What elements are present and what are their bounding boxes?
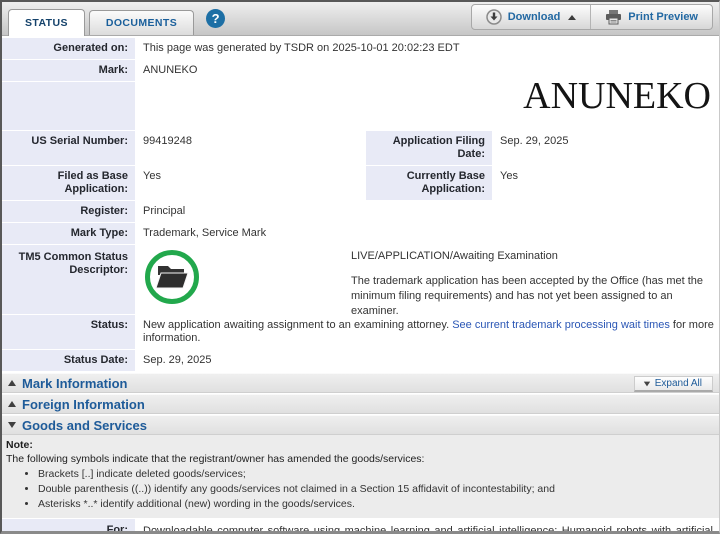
section-title: Mark Information	[22, 375, 128, 391]
tm5-status-line: LIVE/APPLICATION/Awaiting Examination	[351, 250, 558, 262]
note-bullet: Brackets [..] indicate deleted goods/ser…	[38, 468, 713, 480]
goods-services-note: Note: The following symbols indicate tha…	[2, 435, 719, 518]
processing-wait-times-link[interactable]: See current trademark processing wait ti…	[452, 319, 670, 331]
print-preview-button[interactable]: Print Preview	[590, 5, 712, 29]
printer-icon	[605, 9, 622, 25]
tm5-status-badge	[145, 250, 199, 304]
row-register: Register: Principal	[2, 201, 719, 222]
field-label: Generated on:	[2, 38, 135, 59]
expand-chevron-icon	[8, 422, 16, 428]
field-label: Mark Type:	[2, 223, 135, 244]
toolbar-button-group: Download Print Preview	[470, 4, 713, 30]
download-icon	[485, 9, 502, 25]
print-preview-button-label: Print Preview	[628, 11, 698, 23]
field-label: Filed as Base Application:	[2, 166, 135, 200]
open-folder-icon	[154, 262, 190, 292]
field-label: Register:	[2, 201, 135, 222]
goods-for-text: Downloadable computer software using mac…	[143, 525, 713, 534]
note-intro: The following symbols indicate that the …	[6, 453, 425, 465]
download-button-label: Download	[507, 11, 561, 23]
row-base-application: Filed as Base Application: Yes Currently…	[2, 166, 719, 200]
tm5-description: The trademark application has been accep…	[351, 275, 703, 317]
mark-image: ANUNEKO	[523, 75, 711, 117]
field-label: Currently Base Application:	[366, 166, 492, 200]
field-value: Yes	[492, 166, 719, 200]
row-status: Status: New application awaiting assignm…	[2, 315, 719, 349]
note-bullet-list: Brackets [..] indicate deleted goods/ser…	[38, 468, 713, 510]
field-label: US Serial Number:	[2, 131, 135, 165]
section-title: Goods and Services	[22, 417, 147, 433]
expand-all-caret-icon	[643, 381, 650, 386]
row-mark-type: Mark Type: Trademark, Service Mark	[2, 223, 719, 244]
section-header-mark-information[interactable]: Mark Information Expand All	[2, 373, 719, 393]
field-value: Principal	[135, 201, 719, 222]
status-text-before: New application awaiting assignment to a…	[143, 319, 453, 331]
field-value: LIVE/APPLICATION/Awaiting Examination Th…	[135, 245, 719, 317]
section-title: Foreign Information	[22, 396, 145, 412]
section-header-foreign-information[interactable]: Foreign Information	[2, 394, 719, 414]
mark-image-row: ANUNEKO	[2, 75, 719, 130]
field-value: 99419248	[135, 131, 363, 165]
field-value: Yes	[135, 166, 363, 200]
collapse-chevron-icon	[8, 380, 16, 386]
field-value: Trademark, Service Mark	[135, 223, 719, 244]
row-tm5-descriptor: TM5 Common Status Descriptor: LIVE/APPLI…	[2, 245, 719, 317]
status-fields: Generated on: This page was generated by…	[2, 38, 719, 371]
expand-all-label: Expand All	[654, 378, 702, 389]
section-header-goods-and-services[interactable]: Goods and Services	[2, 415, 719, 435]
note-bullet: Asterisks *..* identify additional (new)…	[38, 498, 713, 510]
tab-documents[interactable]: DOCUMENTS	[88, 10, 195, 35]
field-label: TM5 Common Status Descriptor:	[2, 245, 135, 314]
field-label: Status Date:	[2, 350, 135, 371]
field-label: For:	[2, 519, 135, 531]
goods-for-row: For: Downloadable computer software usin…	[2, 519, 719, 534]
field-value: Sep. 29, 2025	[492, 131, 719, 165]
download-caret-icon	[568, 14, 577, 20]
row-status-date: Status Date: Sep. 29, 2025	[2, 350, 719, 371]
note-bullet: Double parenthesis ((..)) identify any g…	[38, 483, 713, 495]
tab-status[interactable]: STATUS	[8, 9, 85, 36]
field-label: Application Filing Date:	[366, 131, 492, 165]
row-serial-filing: US Serial Number: 99419248 Application F…	[2, 131, 719, 165]
field-value: This page was generated by TSDR on 2025-…	[135, 38, 719, 59]
field-label: Status:	[2, 315, 135, 349]
row-generated-on: Generated on: This page was generated by…	[2, 38, 719, 59]
download-button[interactable]: Download	[472, 5, 591, 29]
tab-bar: STATUS DOCUMENTS ? Download Print Previe…	[2, 2, 719, 36]
field-value: Sep. 29, 2025	[135, 350, 719, 371]
expand-all-button[interactable]: Expand All	[633, 376, 713, 392]
field-label-spacer	[2, 82, 135, 130]
field-label: Mark:	[2, 60, 135, 81]
field-value: New application awaiting assignment to a…	[135, 315, 719, 349]
tsdr-status-page: STATUS DOCUMENTS ? Download Print Previe…	[0, 0, 720, 534]
tm5-text-block: LIVE/APPLICATION/Awaiting Examination Th…	[351, 250, 711, 319]
help-icon[interactable]: ?	[206, 9, 226, 28]
collapse-chevron-icon	[8, 401, 16, 407]
note-title: Note:	[6, 439, 33, 451]
